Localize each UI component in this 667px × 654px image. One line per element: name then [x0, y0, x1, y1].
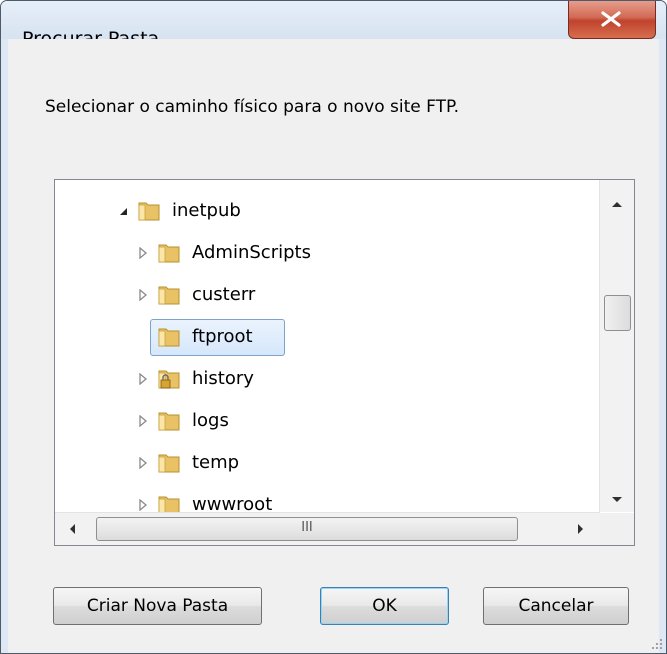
tree-item-adminscripts[interactable]: AdminScripts — [135, 236, 311, 270]
scroll-right-arrow-icon[interactable] — [577, 523, 585, 535]
title-bar[interactable]: Procurar Pasta — [1, 1, 666, 49]
ok-button[interactable]: OK — [320, 587, 449, 625]
folder-icon — [157, 452, 181, 474]
horizontal-scrollbar[interactable]: III — [55, 512, 600, 545]
tree-item-label: logs — [192, 410, 229, 431]
vertical-scrollbar[interactable] — [599, 180, 634, 512]
close-button[interactable] — [568, 1, 656, 39]
scroll-left-arrow-icon[interactable] — [68, 523, 76, 535]
scroll-down-arrow-icon[interactable] — [611, 496, 623, 504]
folder-icon — [157, 242, 181, 264]
close-icon — [601, 11, 621, 27]
resize-grip-icon[interactable] — [649, 636, 663, 650]
tree-item-logs[interactable]: logs — [135, 404, 229, 438]
tree-item-ftproot[interactable]: ftproot — [135, 320, 253, 354]
tree-item-history[interactable]: history — [135, 362, 254, 396]
collapsed-arrow-icon[interactable] — [135, 371, 151, 387]
folder-tree[interactable]: inetpub AdminScripts custerr ftproot history… — [54, 179, 635, 546]
tree-item-label: AdminScripts — [192, 242, 311, 263]
tree-item-custerr[interactable]: custerr — [135, 278, 255, 312]
instruction-text: Selecionar o caminho físico para o novo … — [45, 97, 459, 117]
folder-icon — [137, 200, 161, 222]
locked-folder-icon — [157, 368, 181, 390]
collapsed-arrow-icon[interactable] — [135, 455, 151, 471]
tree-item-inetpub[interactable]: inetpub — [115, 194, 241, 228]
expanded-arrow-icon[interactable] — [115, 203, 131, 219]
tree-item-label: history — [192, 368, 254, 389]
folder-icon — [157, 410, 181, 432]
scroll-up-arrow-icon[interactable] — [611, 200, 623, 208]
new-folder-button[interactable]: Criar Nova Pasta — [53, 587, 262, 625]
collapsed-arrow-icon[interactable] — [135, 497, 151, 513]
collapsed-arrow-icon[interactable] — [135, 413, 151, 429]
collapsed-arrow-icon[interactable] — [135, 245, 151, 261]
folder-icon — [157, 326, 181, 348]
thumb-grip: III — [301, 520, 313, 535]
tree-item-label: ftproot — [192, 326, 253, 347]
vertical-scroll-thumb[interactable] — [604, 295, 631, 331]
folder-icon — [157, 284, 181, 306]
tree-item-label: temp — [192, 452, 240, 473]
tree-item-label: custerr — [192, 284, 256, 305]
horizontal-scroll-thumb[interactable]: III — [96, 517, 518, 541]
tree-item-temp[interactable]: temp — [135, 446, 239, 480]
scrollbar-corner — [600, 513, 634, 545]
collapsed-arrow-icon[interactable] — [135, 287, 151, 303]
cancel-button[interactable]: Cancelar — [483, 587, 629, 625]
tree-item-label: inetpub — [172, 200, 241, 221]
